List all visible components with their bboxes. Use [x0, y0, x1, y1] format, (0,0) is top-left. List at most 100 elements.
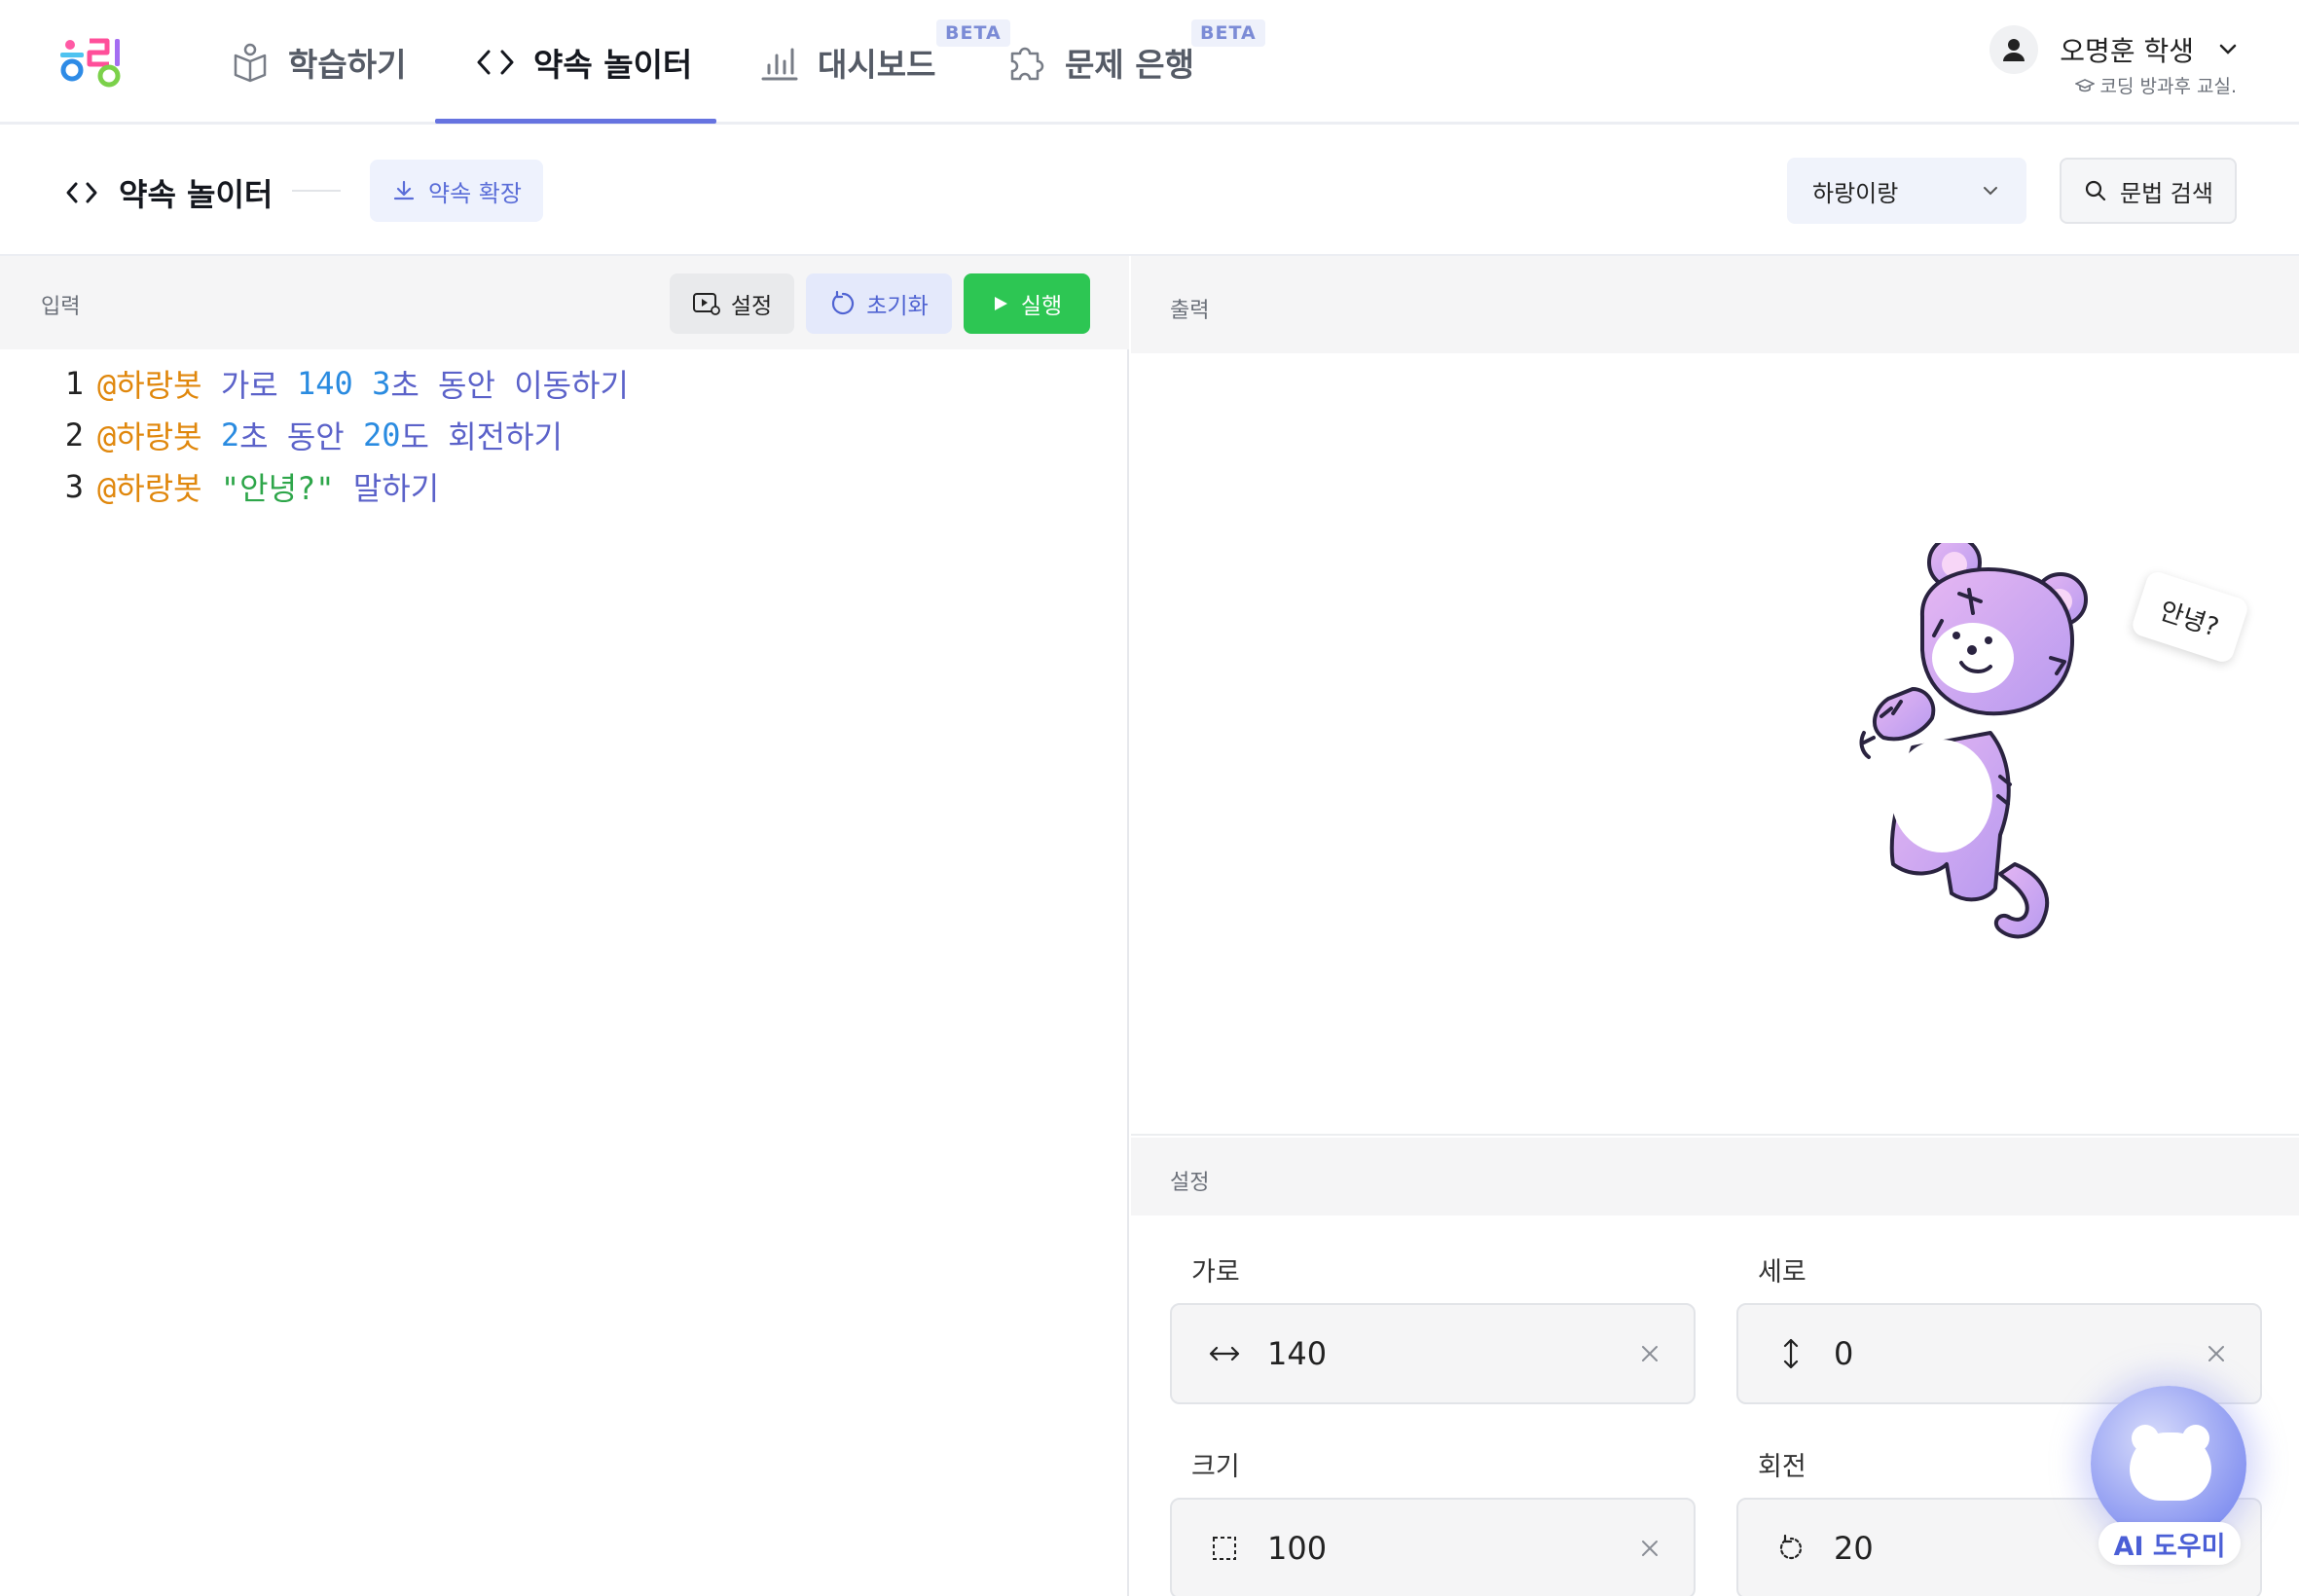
clear-icon[interactable]: [1635, 1534, 1664, 1563]
code-token-kw: 가로: [201, 366, 298, 404]
code-line[interactable]: 2 @하랑봇 2초 동안 20 도 회전하기: [0, 409, 1129, 460]
width-value: 140: [1267, 1335, 1328, 1372]
nav-problem-bank[interactable]: 문제 은행: [1006, 0, 1194, 125]
rotation-label: 회전: [1758, 1452, 1806, 1482]
search-icon: [2085, 180, 2106, 201]
nav-playground[interactable]: 약속 놀이터: [475, 0, 692, 125]
line-number: 1: [64, 364, 84, 402]
settings-panel-label: 설정: [1170, 1171, 1210, 1195]
height-value: 0: [1834, 1335, 1854, 1372]
code-line[interactable]: 1 @하랑봇 가로 140 3초 동안 이동하기: [0, 357, 1129, 409]
settings-button[interactable]: 설정: [670, 273, 794, 334]
ai-helper-button[interactable]: AI 도우미: [2091, 1386, 2250, 1580]
code-token-kw: 초 동안 이동하기: [390, 366, 629, 404]
harang-logo[interactable]: [60, 35, 128, 90]
code-token-num: 20: [362, 416, 401, 453]
nav-problem-bank-label: 문제 은행: [1065, 46, 1194, 84]
play-icon: [994, 297, 1007, 310]
nav-learn[interactable]: 학습하기: [230, 0, 406, 125]
avatar: [1989, 25, 2039, 74]
nav-learn-label: 학습하기: [288, 46, 407, 84]
user-class: 코딩 방과후 교실.: [2074, 72, 2237, 98]
user-name: 오명훈 학생: [2060, 35, 2194, 67]
ai-helper-face-icon: [2130, 1433, 2211, 1501]
graduation-cap-icon: [2074, 78, 2095, 91]
user-menu[interactable]: 오명훈 학생: [1989, 25, 2241, 74]
syntax-search-button[interactable]: 문법 검색: [2060, 158, 2237, 224]
editor-toolbar: 입력 설정 초기화 실행: [0, 256, 1129, 349]
line-number: 2: [64, 416, 84, 453]
clear-icon[interactable]: [2202, 1339, 2231, 1368]
dashed-square-icon: [1205, 1529, 1244, 1568]
reset-button-label: 초기화: [866, 294, 929, 319]
code-token-kw: [353, 365, 372, 402]
tiger-character[interactable]: [1844, 543, 2117, 952]
book-icon: [234, 43, 267, 83]
settings-header: 설정: [1131, 1138, 2299, 1215]
size-field[interactable]: 100: [1170, 1498, 1696, 1596]
ai-helper-label: AI 도우미: [2098, 1522, 2241, 1565]
settings-button-label: 설정: [730, 294, 773, 319]
bar-chart-icon: [761, 48, 798, 81]
page-header: 약속 놀이터 약속 확장 하랑이랑 문법 검색: [0, 127, 2299, 256]
nav-playground-label: 약속 놀이터: [533, 46, 693, 84]
code-token-str: "안녕?": [220, 469, 335, 507]
size-value: 100: [1267, 1530, 1328, 1567]
code-token-num: 140: [297, 364, 353, 402]
code-token-kw: [202, 417, 221, 453]
line-number: 3: [64, 467, 84, 505]
code-icon: [477, 50, 514, 75]
reset-button[interactable]: 초기화: [806, 273, 952, 334]
speech-bubble: 안녕?: [2130, 568, 2250, 666]
play-settings-icon: [692, 293, 720, 315]
code-token-mention: @하랑봇: [97, 417, 202, 455]
reset-icon: [832, 290, 855, 315]
code-token-kw: [202, 468, 221, 505]
beta-badge: BETA: [936, 19, 1010, 47]
active-tab-indicator: [435, 119, 716, 124]
extend-button[interactable]: 약속 확장: [370, 160, 543, 222]
download-icon: [393, 180, 415, 200]
run-button-label: 실행: [1020, 294, 1063, 319]
width-label: 가로: [1191, 1257, 1240, 1288]
user-class-label: 코딩 방과후 교실.: [2099, 76, 2237, 97]
run-button[interactable]: 실행: [964, 273, 1090, 334]
width-field[interactable]: 140: [1170, 1303, 1696, 1404]
extend-button-label: 약속 확장: [428, 179, 522, 207]
clear-icon[interactable]: [1635, 1339, 1664, 1368]
top-navigation: 학습하기 약속 놀이터 대시보드 BETA 문제 은행 BETA 오명훈 학생 …: [0, 0, 2299, 125]
puzzle-icon: [1010, 47, 1044, 81]
chevron-down-icon: [1984, 187, 1997, 196]
user-icon: [2003, 39, 2025, 61]
theme-select[interactable]: 하랑이랑: [1787, 158, 2026, 224]
code-token-kw: 초 동안: [239, 417, 363, 455]
chevron-down-icon: [2219, 44, 2237, 54]
nav-dashboard-label: 대시보드: [818, 46, 936, 84]
nav-dashboard[interactable]: 대시보드: [759, 0, 935, 125]
editor-panel: 입력 설정 초기화 실행 1 @하랑봇 가로 140 3초 동안 이동하기 2 @하랑…: [0, 256, 1129, 1596]
code-token-mention: @하랑봇: [97, 469, 202, 507]
beta-badge: BETA: [1191, 19, 1265, 47]
code-editor[interactable]: 1 @하랑봇 가로 140 3초 동안 이동하기 2 @하랑봇 2초 동안 20 도 회…: [0, 357, 1129, 512]
code-token-num: 2: [220, 416, 240, 453]
code-token-mention: @하랑봇: [97, 366, 202, 404]
theme-select-value: 하랑이랑: [1812, 179, 1899, 207]
vertical-arrows-icon: [1771, 1334, 1810, 1373]
code-icon: [66, 182, 97, 203]
output-panel-label: 출력: [1170, 299, 1210, 323]
code-token-kw: 도 회전하기: [400, 417, 563, 455]
output-stage[interactable]: 안녕?: [1131, 353, 2299, 1136]
editor-panel-label: 입력: [41, 295, 81, 319]
horizontal-arrows-icon: [1205, 1334, 1244, 1373]
rotate-icon: [1771, 1529, 1810, 1568]
page-title: 약속 놀이터: [64, 170, 273, 215]
size-label: 크기: [1191, 1452, 1240, 1482]
page-title-label: 약속 놀이터: [119, 176, 274, 213]
divider: [292, 190, 341, 192]
output-header: 출력: [1131, 256, 2299, 353]
height-label: 세로: [1758, 1257, 1806, 1288]
code-line[interactable]: 3 @하랑봇 "안녕?" 말하기: [0, 460, 1129, 512]
code-token-kw: 말하기: [334, 469, 440, 507]
syntax-search-label: 문법 검색: [2120, 179, 2213, 207]
code-token-num: 3: [372, 364, 391, 402]
